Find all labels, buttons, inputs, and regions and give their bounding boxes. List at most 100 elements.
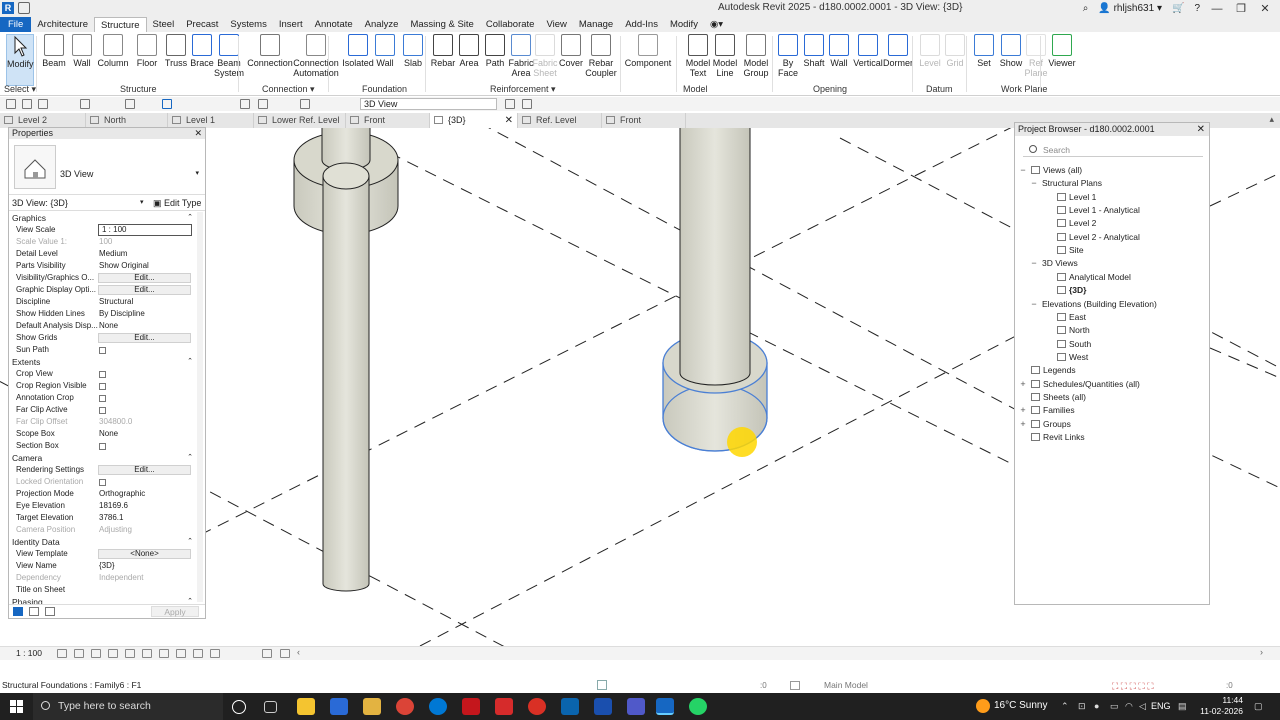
shadows-icon[interactable] bbox=[108, 649, 118, 658]
column-right[interactable] bbox=[679, 128, 751, 386]
menu-tab-collaborate[interactable]: Collaborate bbox=[480, 17, 541, 32]
panel-reinforcement[interactable]: Reinforcement ▾ bbox=[490, 84, 556, 95]
help-icon[interactable]: ? bbox=[1194, 3, 1200, 14]
close-inactive-icon[interactable] bbox=[505, 99, 515, 109]
expand-icon[interactable]: + bbox=[1019, 418, 1027, 431]
component-tool[interactable]: Component bbox=[624, 34, 672, 68]
section-box-checkbox[interactable] bbox=[99, 443, 106, 450]
switch-windows-icon[interactable] bbox=[300, 99, 310, 109]
tile-windows-icon[interactable] bbox=[522, 99, 532, 109]
browser-node-groups[interactable]: + Groups bbox=[1020, 418, 1071, 431]
beam-tool[interactable]: Beam bbox=[40, 34, 68, 68]
browser-node-level-1[interactable]: Level 1 bbox=[1057, 191, 1096, 204]
browser-node-3d[interactable]: {3D} bbox=[1057, 284, 1086, 297]
outlook-icon[interactable] bbox=[561, 698, 579, 715]
fabric-sheet-tool[interactable]: Fabric Sheet bbox=[532, 34, 558, 78]
tabs-overflow-icon[interactable]: ▴ bbox=[1269, 114, 1274, 125]
set-tool[interactable]: Set bbox=[972, 34, 996, 68]
menu-tab-modify[interactable]: Modify bbox=[664, 17, 704, 32]
truss-tool[interactable]: Truss bbox=[163, 34, 189, 68]
instance-filter[interactable]: 3D View: {3D} ▾ ▣ Edit Type bbox=[9, 195, 205, 211]
panel-structure[interactable]: Structure bbox=[120, 84, 157, 94]
language-indicator[interactable]: ENG bbox=[1151, 701, 1171, 711]
target-elevation-value[interactable]: 3786.1 bbox=[99, 512, 123, 524]
analytical-model-icon[interactable] bbox=[262, 649, 272, 658]
browser-node-schedules-quantities-all[interactable]: + Schedules/Quantities (all) bbox=[1020, 378, 1140, 391]
tray-chevron-icon[interactable]: ⌃ bbox=[1061, 701, 1069, 712]
panel-datum[interactable]: Datum bbox=[926, 84, 953, 94]
browser-node-sheets-all[interactable]: Sheets (all) bbox=[1031, 391, 1086, 404]
text-icon[interactable] bbox=[240, 99, 250, 109]
binoculars-icon[interactable]: ⌕ bbox=[1083, 3, 1089, 14]
column-tool[interactable]: Column bbox=[96, 34, 130, 68]
rebar-coupler-tool[interactable]: Rebar Coupler bbox=[584, 34, 618, 78]
task-view-icon[interactable] bbox=[264, 701, 277, 713]
collapse-icon[interactable]: ⌃ bbox=[187, 212, 193, 224]
menu-tab-architecture[interactable]: Architecture bbox=[31, 17, 94, 32]
undo-icon[interactable] bbox=[80, 99, 90, 109]
collapse-icon[interactable]: − bbox=[1030, 257, 1038, 270]
open-icon[interactable] bbox=[18, 2, 30, 14]
chrome-icon[interactable] bbox=[396, 698, 414, 715]
connection-automation-tool[interactable]: Connection Automation bbox=[292, 34, 340, 78]
properties-scrollbar[interactable] bbox=[197, 212, 203, 602]
browser-node-revit-links[interactable]: Revit Links bbox=[1031, 431, 1085, 444]
scroll-left-icon[interactable]: ‹ bbox=[297, 647, 300, 657]
close-icon[interactable]: ✕ bbox=[1197, 123, 1205, 136]
show-grids-button[interactable]: Edit... bbox=[98, 333, 191, 343]
active-workset[interactable]: Main Model bbox=[824, 680, 868, 690]
network-icon[interactable]: ⊡ bbox=[1078, 701, 1086, 712]
parts-visibility-value[interactable]: Show Original bbox=[99, 260, 149, 272]
group-identity-data[interactable]: Identity Data ⌃ bbox=[9, 536, 197, 548]
temporary-hide-icon[interactable] bbox=[193, 649, 203, 658]
model-line-tool[interactable]: Model Line bbox=[711, 34, 739, 78]
lock-3d-icon[interactable] bbox=[176, 649, 186, 658]
chevron-down-icon[interactable]: ▾ bbox=[195, 169, 199, 177]
browser-node-site[interactable]: Site bbox=[1057, 244, 1084, 257]
worksets-icon[interactable] bbox=[790, 681, 800, 690]
wall-tool[interactable]: Wall bbox=[827, 34, 851, 68]
notification-icon[interactable]: ▤ bbox=[1178, 701, 1187, 712]
viewer-tool[interactable]: Viewer bbox=[1046, 34, 1078, 68]
shaft-tool[interactable]: Shaft bbox=[801, 34, 827, 68]
browser-search-input[interactable]: Search bbox=[1023, 143, 1203, 157]
word-icon[interactable] bbox=[594, 698, 612, 715]
panel-foundation[interactable]: Foundation bbox=[362, 84, 407, 94]
grid-tool[interactable]: Grid bbox=[944, 34, 966, 68]
browser-node-south[interactable]: South bbox=[1057, 338, 1091, 351]
new-icon[interactable] bbox=[6, 99, 16, 109]
browser-node-analytical-model[interactable]: Analytical Model bbox=[1057, 271, 1131, 284]
rendering-settings-button[interactable]: Edit... bbox=[98, 465, 191, 475]
connection-tool[interactable]: Connection bbox=[246, 34, 294, 68]
close-button[interactable]: ✕ bbox=[1258, 2, 1272, 15]
panel-opening[interactable]: Opening bbox=[813, 84, 847, 94]
scope-box-value[interactable]: None bbox=[99, 428, 118, 440]
browser-node-3d-views[interactable]: −3D Views bbox=[1031, 257, 1077, 270]
view-scale-input[interactable]: 1 : 100 bbox=[98, 224, 192, 236]
3dsmax-icon[interactable] bbox=[330, 698, 348, 715]
restore-button[interactable]: ❐ bbox=[1234, 2, 1248, 15]
mic-icon[interactable]: ● bbox=[1094, 701, 1099, 711]
crop-view-icon[interactable] bbox=[142, 649, 152, 658]
beam-system-tool[interactable]: Beam System bbox=[214, 34, 244, 78]
menu-tab-view[interactable]: View bbox=[540, 17, 572, 32]
menu-tab-add-ins[interactable]: Add-Ins bbox=[619, 17, 664, 32]
collapse-icon[interactable]: ⌃ bbox=[187, 452, 193, 464]
detail-level-icon[interactable] bbox=[57, 649, 67, 658]
browser-node-west[interactable]: West bbox=[1057, 351, 1088, 364]
far-clip-active-checkbox[interactable] bbox=[99, 407, 106, 414]
file-explorer-icon[interactable] bbox=[297, 698, 315, 715]
contextual-toggle-icon[interactable]: ◉▾ bbox=[704, 17, 729, 32]
highlight-displacement-icon[interactable] bbox=[280, 649, 290, 658]
menu-tab-file[interactable]: File bbox=[0, 17, 32, 32]
select-links-icon[interactable]: ⛶ ⛶ ⛶ ⛶ ⛶ bbox=[1112, 681, 1154, 692]
modify-tool[interactable]: Modify bbox=[6, 34, 34, 86]
sun-path-checkbox[interactable] bbox=[99, 347, 106, 354]
browser-node-structural-plans[interactable]: − Structural Plans bbox=[1031, 177, 1102, 190]
view-tab-3d[interactable]: {3D} ✕ bbox=[430, 113, 518, 128]
eye-elevation-value[interactable]: 18169.6 bbox=[99, 500, 128, 512]
expand-icon[interactable]: + bbox=[1019, 378, 1027, 391]
render-icon[interactable] bbox=[125, 649, 135, 658]
edit-type-button[interactable]: ▣ Edit Type bbox=[153, 195, 201, 211]
volume-icon[interactable]: ◁ bbox=[1139, 701, 1146, 712]
